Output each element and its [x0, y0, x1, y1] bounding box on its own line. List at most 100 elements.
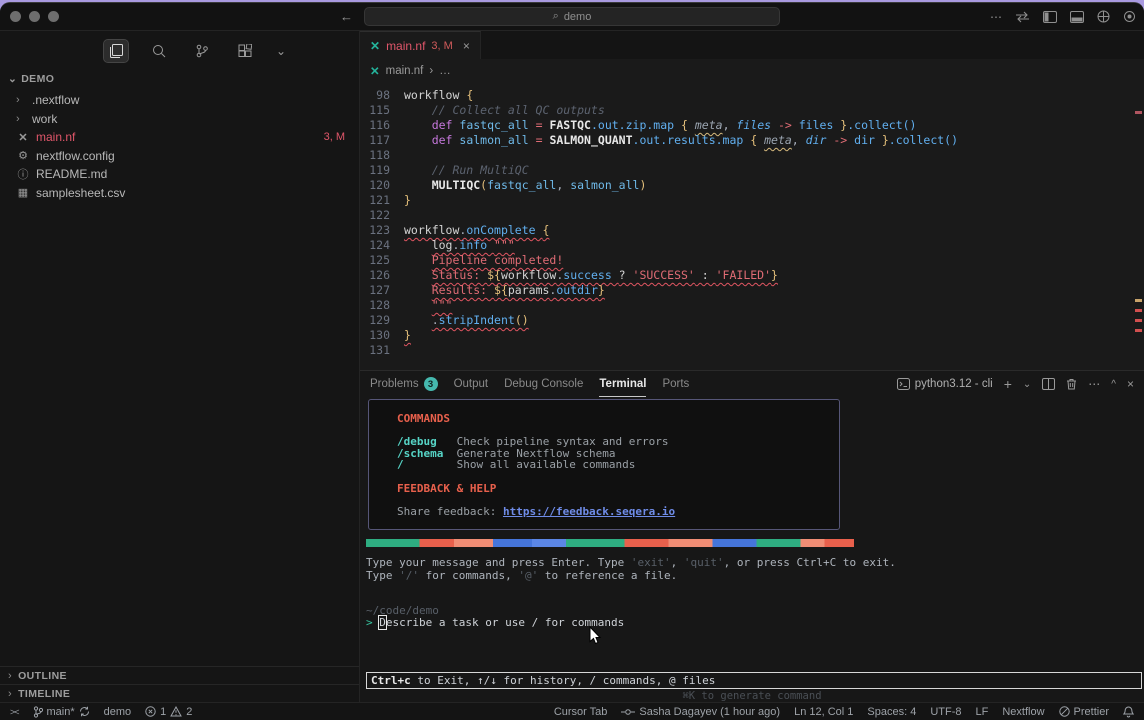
breadcrumb-symbol[interactable]: … [439, 65, 451, 77]
chevron-right-icon: › [8, 670, 12, 682]
tab-close-icon[interactable]: × [463, 39, 470, 53]
nextflow-file-icon: ✕ [370, 39, 380, 53]
extensions-icon[interactable] [233, 40, 257, 62]
sync-changes-icon [79, 706, 90, 717]
problems-item[interactable]: 1 2 [145, 706, 192, 718]
indentation-item[interactable]: Spaces: 4 [867, 706, 916, 718]
terminal-dropdown-icon[interactable]: ⌄ [1023, 379, 1031, 390]
code-line-130[interactable]: 130} [360, 328, 1144, 343]
sidebar-section-timeline[interactable]: ›TIMELINE [0, 684, 359, 702]
sync-arrows-icon[interactable] [1015, 11, 1030, 23]
code-line-121[interactable]: 121} [360, 193, 1144, 208]
formatter-item[interactable]: Prettier [1059, 706, 1109, 718]
cursor-tab-item[interactable]: Cursor Tab [554, 706, 608, 718]
code-line-119[interactable]: 119 // Run MultiQC [360, 163, 1144, 178]
cursor-position-item[interactable]: Ln 12, Col 1 [794, 706, 853, 718]
rainbow-divider [366, 539, 854, 547]
kill-terminal-icon[interactable] [1066, 378, 1077, 390]
statusbar: >< main* demo 1 2 Cursor Tab Sasha Dagay… [0, 702, 1144, 720]
branch-name: main* [47, 706, 75, 718]
remote-indicator[interactable]: >< [10, 707, 19, 717]
terminal-prompt-input[interactable]: > Describe a task or use / for commands [366, 617, 624, 629]
file-row-samplesheet-csv[interactable]: ▦samplesheet.csv [0, 184, 359, 203]
error-icon [145, 706, 156, 717]
panel-tab-output[interactable]: Output [454, 371, 489, 397]
code-line-129[interactable]: 129 .stripIndent() [360, 313, 1144, 328]
tab-problem-badge: 3, M [431, 40, 452, 52]
file-name: README.md [36, 167, 107, 181]
breadcrumb-file[interactable]: main.nf [386, 65, 424, 77]
terminal-help-box: COMMANDS /debug Check pipeline syntax an… [368, 399, 840, 530]
error-count: 1 [160, 706, 166, 718]
file-row-nextflow-config[interactable]: ⚙nextflow.config [0, 147, 359, 166]
code-line-125[interactable]: 125 Pipeline completed! [360, 253, 1144, 268]
sidebar-toggle-icon[interactable] [1043, 11, 1057, 23]
file-name: nextflow.config [36, 149, 115, 163]
file-row-work[interactable]: ›work [0, 110, 359, 129]
code-line-123[interactable]: 123workflow.onComplete { [360, 223, 1144, 238]
terminal-icon [897, 378, 910, 390]
git-branch-item[interactable]: main* [33, 706, 90, 718]
editor-tabbar: ✕ main.nf 3, M × [360, 31, 1144, 59]
eol-item[interactable]: LF [976, 706, 989, 718]
code-line-128[interactable]: 128 """ [360, 298, 1144, 313]
close-window-button[interactable] [10, 11, 21, 22]
views-chevron-icon[interactable]: ⌄ [276, 44, 286, 58]
profile-item[interactable]: demo [104, 706, 132, 718]
warning-icon [170, 706, 182, 717]
generate-command-hint: ⌘K to generate command [360, 691, 1144, 703]
source-control-icon[interactable] [190, 40, 214, 62]
search-icon: ⌕ [553, 10, 559, 23]
sidebar-section-outline[interactable]: ›OUTLINE [0, 666, 359, 684]
minimize-window-button[interactable] [29, 11, 40, 22]
tab-main-nf[interactable]: ✕ main.nf 3, M × [360, 31, 481, 59]
code-line-117[interactable]: 117 def salmon_all = SALMON_QUANT.out.re… [360, 133, 1144, 148]
search-view-icon[interactable] [147, 40, 171, 62]
git-blame-item[interactable]: Sasha Dagayev (1 hour ago) [621, 706, 780, 718]
back-icon[interactable]: ← [340, 9, 353, 24]
line-number: 130 [360, 328, 390, 343]
command-center-search[interactable]: ⌕ demo [364, 7, 780, 26]
maximize-panel-icon[interactable]: ^ [1111, 379, 1116, 390]
line-number: 118 [360, 148, 390, 163]
code-line-122[interactable]: 122 [360, 208, 1144, 223]
code-line-127[interactable]: 127 Results: ${params.outdir} [360, 283, 1144, 298]
terminal-view[interactable]: COMMANDS /debug Check pipeline syntax an… [360, 397, 1144, 702]
panel-tab-problems[interactable]: Problems3 [370, 371, 438, 397]
close-panel-icon[interactable]: × [1127, 377, 1134, 391]
file-row--nextflow[interactable]: ›.nextflow [0, 91, 359, 110]
panel-tab-debug-console[interactable]: Debug Console [504, 371, 583, 397]
customize-layout-icon[interactable] [1097, 10, 1110, 23]
code-line-124[interactable]: 124 log.info """ [360, 238, 1144, 253]
explorer-icon[interactable] [104, 40, 128, 62]
line-number: 129 [360, 313, 390, 328]
panel-more-icon[interactable]: ⋯ [1088, 377, 1100, 391]
zoom-window-button[interactable] [48, 11, 59, 22]
text-line: > Describe a task or use / for commands [366, 617, 624, 629]
code-line-118[interactable]: 118 [360, 148, 1144, 163]
encoding-item[interactable]: UTF-8 [930, 706, 961, 718]
code-line-115[interactable]: 115 // Collect all QC outputs [360, 103, 1144, 118]
panel-tab-ports[interactable]: Ports [662, 371, 689, 397]
notifications-bell-icon[interactable] [1123, 706, 1134, 718]
file-list: ›.nextflow›work✕main.nf3, M⚙nextflow.con… [0, 91, 359, 202]
language-mode-item[interactable]: Nextflow [1002, 706, 1044, 718]
terminal-instance[interactable]: python3.12 - cli [897, 378, 993, 390]
split-terminal-icon[interactable] [1042, 378, 1055, 390]
file-row-readme-md[interactable]: ⓘREADME.md [0, 165, 359, 184]
code-line-116[interactable]: 116 def fastqc_all = FASTQC.out.zip.map … [360, 118, 1144, 133]
explorer-section-header[interactable]: ⌄ DEMO [0, 65, 359, 89]
code-line-126[interactable]: 126 Status: ${workflow.success ? 'SUCCES… [360, 268, 1144, 283]
more-actions-icon[interactable]: ⋯ [990, 10, 1002, 24]
breadcrumb[interactable]: ✕ main.nf › … [360, 59, 1144, 83]
settings-gear-icon[interactable] [1123, 10, 1136, 23]
code-line-98[interactable]: 98workflow { [360, 88, 1144, 103]
panel-toggle-icon[interactable] [1070, 11, 1084, 23]
panel-tab-terminal[interactable]: Terminal [599, 371, 646, 397]
file-row-main-nf[interactable]: ✕main.nf3, M [0, 128, 359, 147]
code-line-131[interactable]: 131 [360, 343, 1144, 358]
code-line-120[interactable]: 120 MULTIQC(fastqc_all, salmon_all) [360, 178, 1144, 193]
terminal-hints: Type your message and press Enter. Type … [366, 557, 896, 582]
code-editor[interactable]: 98workflow {115 // Collect all QC output… [360, 83, 1144, 370]
new-terminal-icon[interactable]: + [1004, 376, 1012, 392]
